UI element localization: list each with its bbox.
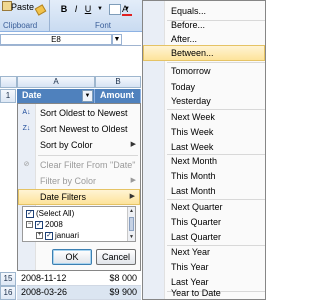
this-week-item[interactable]: This Week [143, 124, 265, 140]
row-number[interactable]: 1 [0, 89, 16, 103]
checkbox-checked-icon[interactable]: ✓ [35, 220, 43, 229]
column-header-b[interactable]: B [95, 76, 141, 88]
font-color-button[interactable]: A [122, 4, 136, 16]
submenu-arrow-icon: ▶ [130, 177, 136, 184]
font-group-label: Font [95, 21, 112, 30]
tree-item-februari[interactable]: +✓februari [36, 241, 82, 242]
tree-item-select-all[interactable]: ✓ (Select All) [26, 208, 74, 219]
row-number[interactable]: 15 [0, 272, 16, 286]
menu-item-label: Filter by Color [40, 176, 97, 186]
tree-item-label: (Select All) [36, 209, 75, 218]
sort-descending-icon: Z↓ [22, 125, 31, 132]
name-box-dropdown-icon[interactable]: ▼ [112, 34, 122, 45]
tree-item-label: januari [55, 231, 80, 240]
sort-by-color-item[interactable]: Sort by Color ▶ [18, 137, 140, 153]
tree-scrollbar[interactable]: ▲ ▼ [127, 207, 135, 241]
next-year-item[interactable]: Next Year [143, 244, 265, 260]
scroll-up-icon[interactable]: ▲ [128, 207, 135, 215]
this-quarter-item[interactable]: This Quarter [143, 214, 265, 230]
next-week-item[interactable]: Next Week [143, 109, 265, 125]
menu-item-label: Sort by Color [40, 140, 93, 150]
cancel-button[interactable]: Cancel [96, 249, 136, 265]
clipboard-group: Paste Clipboard [0, 0, 50, 32]
this-month-item[interactable]: This Month [143, 168, 265, 184]
tree-item-label: 2008 [45, 220, 63, 229]
italic-button[interactable]: I [71, 4, 81, 15]
menu-item-label: Sort Newest to Oldest [40, 124, 128, 134]
yesterday-item[interactable]: Yesterday [143, 93, 265, 109]
borders-icon[interactable] [109, 4, 121, 15]
date-cell[interactable]: 2008-11-12 [17, 272, 95, 286]
date-filters-submenu: Equals... Before... After... Between... … [142, 0, 266, 300]
scroll-thumb[interactable] [129, 217, 134, 231]
year-to-date-item[interactable]: Year to Date [143, 285, 265, 300]
last-month-item[interactable]: Last Month [143, 183, 265, 199]
amount-cell[interactable]: $8 000 [95, 272, 141, 286]
formula-bar: E8 ▼ [0, 33, 141, 46]
scroll-down-icon[interactable]: ▼ [128, 233, 135, 241]
font-color-bar [122, 14, 132, 16]
collapse-icon[interactable]: − [26, 221, 33, 229]
clear-filter-icon: ⊘ [23, 161, 30, 168]
expand-icon[interactable]: + [36, 232, 43, 240]
menu-item-label: Sort Oldest to Newest [40, 108, 128, 118]
filter-by-color-item[interactable]: Filter by Color ▶ [18, 173, 140, 189]
date-filters-item[interactable]: Date Filters ▶ [18, 189, 140, 205]
font-color-icon: A [122, 4, 129, 14]
submenu-arrow-icon: ▶ [130, 141, 136, 148]
column-header-a[interactable]: A [17, 76, 95, 88]
sort-newest-to-oldest-item[interactable]: Z↓ Sort Newest to Oldest [18, 121, 140, 137]
date-values-tree[interactable]: ✓(Select All) −✓2008 +✓januari +✓februar… [22, 206, 136, 242]
sort-oldest-to-newest-item[interactable]: A↓ Sort Oldest to Newest [18, 105, 140, 121]
tree-item-januari[interactable]: + ✓ januari [36, 230, 79, 241]
amount-cell[interactable]: $9 900 [95, 286, 141, 300]
checkbox-checked-icon[interactable]: ✓ [45, 231, 53, 240]
between-item[interactable]: Between... [143, 45, 265, 61]
name-box[interactable]: E8 [0, 34, 112, 45]
tomorrow-item[interactable]: Tomorrow [143, 63, 265, 79]
bold-button[interactable]: B [59, 4, 69, 15]
clipboard-group-label: Clipboard [3, 21, 38, 30]
ok-button[interactable]: OK [52, 249, 92, 265]
autofilter-menu: A↓ Sort Oldest to Newest Z↓ Sort Newest … [17, 103, 141, 271]
date-cell[interactable]: 2008-03-26 [17, 286, 95, 300]
this-year-item[interactable]: This Year [143, 259, 265, 275]
submenu-arrow-icon: ▶ [129, 193, 135, 200]
format-painter-icon[interactable] [34, 4, 47, 16]
select-all-corner[interactable] [0, 76, 17, 88]
sort-ascending-icon: A↓ [22, 109, 31, 116]
menu-item-label: Clear Filter From "Date" [40, 160, 136, 170]
next-quarter-item[interactable]: Next Quarter [143, 199, 265, 215]
last-quarter-item[interactable]: Last Quarter [143, 229, 265, 245]
clear-filter-item[interactable]: ⊘ Clear Filter From "Date" [18, 157, 140, 173]
underline-button[interactable]: U [83, 4, 93, 15]
menu-item-label: Date Filters [40, 192, 87, 202]
underline-dropdown-icon[interactable]: ▼ [95, 4, 105, 15]
menu-separator [38, 155, 138, 156]
date-filter-dropdown-icon[interactable]: ▼ [82, 90, 93, 102]
checkbox-checked-icon[interactable]: ✓ [26, 209, 34, 218]
tree-item-2008[interactable]: − ✓ 2008 [26, 219, 63, 230]
next-month-item[interactable]: Next Month [143, 153, 265, 169]
row-number[interactable]: 16 [0, 286, 16, 300]
paste-button[interactable]: Paste [11, 2, 34, 12]
amount-header-cell[interactable]: Amount [95, 89, 141, 103]
